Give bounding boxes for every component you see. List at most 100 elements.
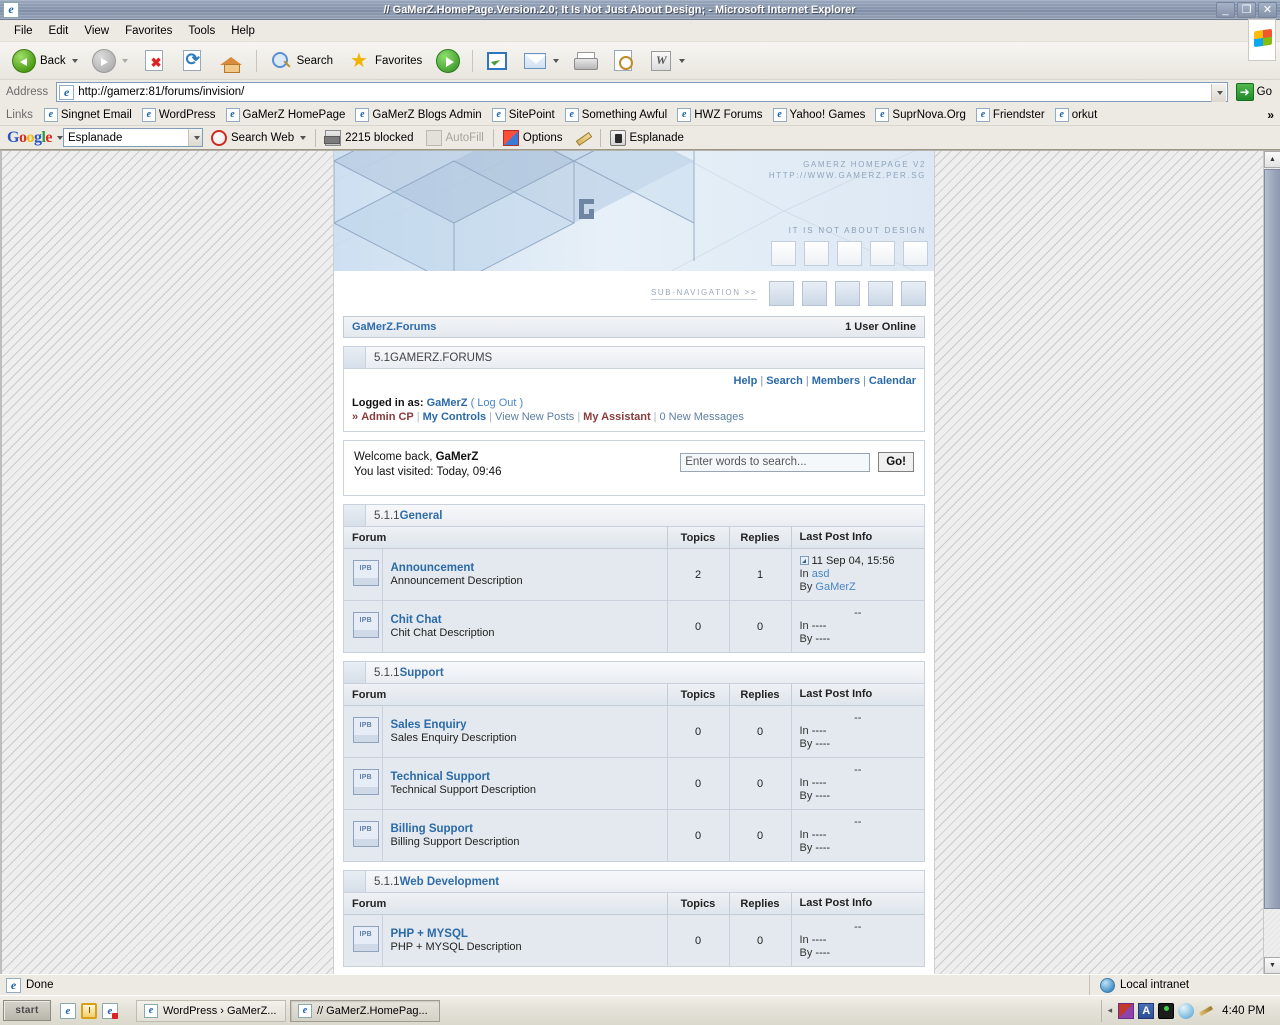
stop-button[interactable] xyxy=(136,45,172,76)
history-button[interactable] xyxy=(479,45,515,77)
last-post-topic[interactable]: asd xyxy=(812,568,830,580)
google-options-button[interactable]: Options xyxy=(497,128,569,148)
log-out-link[interactable]: ( Log Out ) xyxy=(471,397,524,409)
menu-item-edit[interactable]: Edit xyxy=(41,23,77,39)
forum-link[interactable]: Chit Chat xyxy=(391,614,659,626)
forum-link[interactable]: Sales Enquiry xyxy=(391,719,659,731)
google-highlight-button[interactable] xyxy=(569,128,597,148)
subnav-box-2[interactable] xyxy=(802,281,827,306)
scroll-thumb[interactable] xyxy=(1264,169,1280,909)
search-button[interactable]: Search xyxy=(263,45,339,77)
google-history-dropdown-icon[interactable] xyxy=(188,129,202,146)
link-sitepoint[interactable]: e SitePoint xyxy=(487,107,560,123)
link-wordpress[interactable]: e WordPress xyxy=(137,107,221,123)
address-input[interactable]: e http://gamerz:81/forums/invision/ xyxy=(56,82,1227,102)
google-popup-blocker-button[interactable]: 2215 blocked xyxy=(319,128,419,148)
nav-box-2[interactable] xyxy=(804,241,829,266)
collapse-grip[interactable] xyxy=(344,871,366,892)
subnav-box-5[interactable] xyxy=(901,281,926,306)
back-button[interactable]: Back xyxy=(6,45,84,77)
quick-launch-ie-icon[interactable]: e xyxy=(60,1003,76,1019)
nav-search[interactable]: Search xyxy=(766,375,803,387)
scroll-up-button[interactable]: ▲ xyxy=(1264,151,1280,168)
nav-calendar[interactable]: Calendar xyxy=(869,375,916,387)
forum-link[interactable]: Announcement xyxy=(391,562,659,574)
mail-dropdown-icon[interactable] xyxy=(553,59,559,63)
favorites-button[interactable]: ★ Favorites xyxy=(341,45,428,77)
task-button-wordpress[interactable]: e WordPress › GaMerZ... xyxy=(136,1000,286,1022)
menu-item-favorites[interactable]: Favorites xyxy=(117,23,180,39)
link-hwz-forums[interactable]: e HWZ Forums xyxy=(672,107,767,123)
quick-launch-clock-icon[interactable] xyxy=(81,1003,97,1019)
link-singnet-email[interactable]: e Singnet Email xyxy=(39,107,137,123)
search-web-dropdown-icon[interactable] xyxy=(300,136,306,140)
collapse-grip[interactable] xyxy=(344,347,366,368)
address-dropdown-icon[interactable] xyxy=(1211,84,1226,102)
forum-link[interactable]: Billing Support xyxy=(391,823,659,835)
my-controls-link[interactable]: My Controls xyxy=(423,411,487,423)
home-button[interactable] xyxy=(212,45,250,77)
go-button[interactable]: Go xyxy=(1232,82,1276,102)
tray-expand-icon[interactable]: ◂ xyxy=(1108,1005,1113,1016)
link-gamerz-homepage[interactable]: e GaMerZ HomePage xyxy=(221,107,351,123)
view-new-posts-link[interactable]: View New Posts xyxy=(495,411,574,423)
last-post-icon[interactable] xyxy=(800,556,809,565)
google-autofill-button[interactable]: AutoFill xyxy=(420,128,490,148)
discuss-button[interactable] xyxy=(643,45,691,77)
search-go-button[interactable]: Go! xyxy=(878,452,914,472)
new-messages-link[interactable]: 0 New Messages xyxy=(659,411,743,423)
link-suprnova-org[interactable]: e SuprNova.Org xyxy=(870,107,971,123)
refresh-button[interactable] xyxy=(174,45,210,76)
last-post-author[interactable]: GaMerZ xyxy=(815,581,855,593)
print-button[interactable] xyxy=(567,45,603,77)
category-name[interactable]: General xyxy=(400,510,443,522)
menu-item-view[interactable]: View xyxy=(76,23,117,39)
forward-button[interactable] xyxy=(86,45,134,77)
nav-help[interactable]: Help xyxy=(734,375,758,387)
close-button[interactable]: ✕ xyxy=(1258,2,1277,18)
tray-traffic-light-icon[interactable] xyxy=(1158,1003,1174,1019)
link-gamerz-blogs-admin[interactable]: e GaMerZ Blogs Admin xyxy=(350,107,486,123)
google-search-web-button[interactable]: Search Web xyxy=(205,128,312,148)
link-orkut[interactable]: e orkut xyxy=(1050,107,1103,123)
google-search-input[interactable]: Esplanade xyxy=(63,128,203,147)
collapse-grip[interactable] xyxy=(344,662,366,683)
vertical-scrollbar[interactable]: ▲ ▼ xyxy=(1263,151,1280,974)
forum-link[interactable]: Technical Support xyxy=(391,771,659,783)
links-overflow-icon[interactable]: » xyxy=(1267,108,1274,122)
category-name[interactable]: Support xyxy=(400,667,444,679)
link-something-awful[interactable]: e Something Awful xyxy=(560,107,672,123)
collapse-grip[interactable] xyxy=(344,505,366,526)
media-button[interactable] xyxy=(430,45,466,77)
word-dropdown-icon[interactable] xyxy=(679,59,685,63)
edit-button[interactable] xyxy=(605,45,641,76)
my-assistant-link[interactable]: My Assistant xyxy=(583,411,650,423)
back-dropdown-icon[interactable] xyxy=(72,59,78,63)
nav-box-3[interactable] xyxy=(837,241,862,266)
subnav-box-4[interactable] xyxy=(868,281,893,306)
menu-item-file[interactable]: File xyxy=(6,23,41,39)
category-name[interactable]: Web Development xyxy=(400,876,499,888)
quick-launch-ie-shortcut-icon[interactable]: e xyxy=(102,1003,118,1019)
nav-members[interactable]: Members xyxy=(812,375,860,387)
menu-item-help[interactable]: Help xyxy=(223,23,263,39)
forum-link[interactable]: PHP + MYSQL xyxy=(391,928,659,940)
admin-cp-link[interactable]: Admin CP xyxy=(361,411,414,423)
nav-box-5[interactable] xyxy=(903,241,928,266)
logged-in-username[interactable]: GaMerZ xyxy=(427,397,468,409)
google-highlight-term-button[interactable]: Esplanade xyxy=(604,128,690,148)
tray-wand-icon[interactable] xyxy=(1198,1003,1214,1019)
minimize-button[interactable]: _ xyxy=(1216,2,1235,18)
link-yahoo-games[interactable]: e Yahoo! Games xyxy=(768,107,871,123)
taskbar-clock[interactable]: 4:40 PM xyxy=(1218,1005,1271,1017)
subnav-box-3[interactable] xyxy=(835,281,860,306)
forward-dropdown-icon[interactable] xyxy=(122,59,128,63)
search-input[interactable]: Enter words to search... xyxy=(680,453,870,472)
nav-box-4[interactable] xyxy=(870,241,895,266)
subnav-box-1[interactable] xyxy=(769,281,794,306)
task-button-gamerz[interactable]: e // GaMerZ.HomePag... xyxy=(290,1000,440,1022)
tray-globe-icon[interactable] xyxy=(1178,1003,1194,1019)
tray-network-icon[interactable] xyxy=(1118,1003,1134,1019)
nav-box-1[interactable] xyxy=(771,241,796,266)
restore-button[interactable]: ❐ xyxy=(1237,2,1256,18)
